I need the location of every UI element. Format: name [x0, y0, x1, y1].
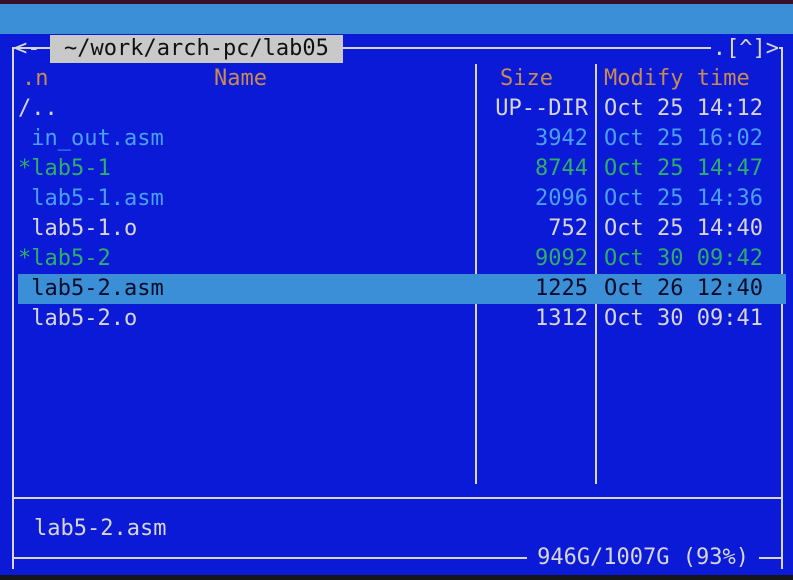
panel-path-title[interactable]: ~/work/arch-pc/lab05 [50, 35, 343, 63]
panel-left-corner[interactable]: <- [14, 34, 41, 64]
column-header-time[interactable]: Modify time [604, 64, 750, 94]
file-row[interactable]: lab5-1.asm 2096 Oct 25 14:36 [18, 184, 786, 214]
panel-right-corner[interactable]: .[^]> [710, 34, 779, 64]
file-name: *lab5-1 [18, 156, 111, 181]
terminal-bottom-strip [0, 575, 793, 580]
file-row[interactable]: *lab5-2 9092 Oct 30 09:42 [18, 244, 786, 274]
file-row[interactable]: /.. UP--DIR Oct 25 14:12 [18, 94, 786, 124]
file-time: Oct 25 16:02 [604, 126, 763, 151]
file-size: 2096 [535, 186, 588, 211]
file-row[interactable]: lab5-2.o 1312 Oct 30 09:41 [18, 304, 786, 334]
frame-left-line [12, 47, 14, 569]
file-name: lab5-1.o [18, 216, 138, 241]
file-name: *lab5-2 [18, 246, 111, 271]
file-name: lab5-2.o [18, 306, 138, 331]
file-name: in_out.asm [18, 126, 164, 151]
frame-status-divider [12, 497, 783, 499]
status-filename: lab5-2.asm [34, 516, 167, 541]
file-row[interactable]: lab5-2.asm 1225 Oct 26 12:40 [18, 274, 786, 304]
file-name: /.. [18, 96, 58, 121]
column-header-size[interactable]: Size [500, 64, 553, 94]
file-time: Oct 25 14:12 [604, 96, 763, 121]
column-header-name[interactable]: Name [214, 64, 267, 94]
file-size: UP--DIR [495, 96, 588, 121]
disk-usage: 946G/1007G (93%) [527, 543, 759, 573]
file-time: Oct 30 09:42 [604, 246, 763, 271]
file-time: Oct 25 14:36 [604, 186, 763, 211]
file-size: 3942 [535, 126, 588, 151]
file-panel[interactable]: <- ~/work/arch-pc/lab05 .[^]> .n Name Si… [0, 34, 793, 580]
file-time: Oct 25 14:40 [604, 216, 763, 241]
file-size: 1225 [535, 276, 588, 301]
file-time: Oct 30 09:41 [604, 306, 763, 331]
sort-indicator[interactable]: .n [22, 64, 49, 94]
file-size: 1312 [535, 306, 588, 331]
file-size: 8744 [535, 156, 588, 181]
file-row[interactable]: lab5-1.o 752 Oct 25 14:40 [18, 214, 786, 244]
file-time: Oct 26 12:40 [604, 276, 763, 301]
file-row[interactable]: in_out.asm 3942 Oct 25 16:02 [18, 124, 786, 154]
menu-bar[interactable] [0, 4, 793, 34]
file-size: 752 [548, 216, 588, 241]
file-name: lab5-1.asm [18, 186, 164, 211]
file-row[interactable]: *lab5-1 8744 Oct 25 14:47 [18, 154, 786, 184]
file-time: Oct 25 14:47 [604, 156, 763, 181]
file-name: lab5-2.asm [18, 276, 164, 301]
file-size: 9092 [535, 246, 588, 271]
